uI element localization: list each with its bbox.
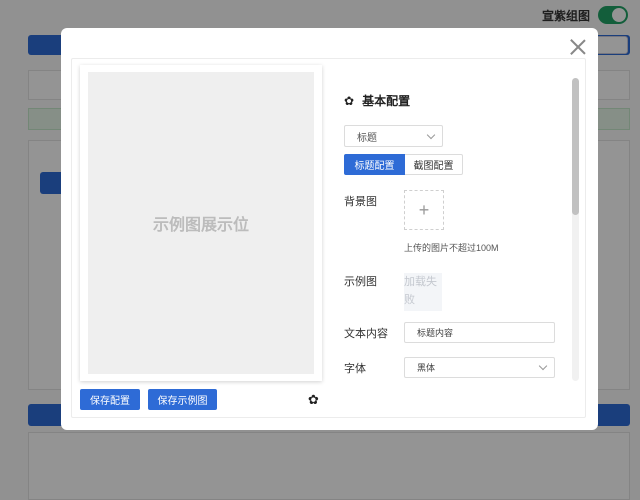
section-title: 基本配置 [362,94,411,108]
config-modal: 示例图展示位 保存配置 保存示例图 ✿ ✿ 基本配置 标题 标题配置 截图配置 … [61,28,598,430]
close-icon[interactable] [570,39,586,55]
config-form: ✿ 基本配置 标题 标题配置 截图配置 背景图 + 上传的图片不超过100M 示… [344,59,574,417]
gear-icon[interactable]: ✿ [308,393,319,406]
save-sample-button[interactable]: 保存示例图 [148,389,217,410]
font-select[interactable]: 黑体 [404,357,555,378]
text-content-label: 文本内容 [344,328,388,340]
upload-button[interactable]: + [404,190,444,230]
sample-label: 示例图 [344,276,377,288]
upload-hint: 上传的图片不超过100M [404,243,499,253]
preview-area: 示例图展示位 [88,72,314,374]
text-content-value: 标题内容 [417,328,454,338]
section-header: ✿ 基本配置 [344,92,410,109]
sample-image-broken: 加载失败 [404,273,442,311]
plus-icon: + [418,199,430,220]
chevron-down-icon [426,130,436,139]
scrollbar[interactable] [572,78,579,381]
font-select-value: 黑体 [417,363,436,373]
save-config-button[interactable]: 保存配置 [80,389,140,410]
font-label: 字体 [344,363,366,375]
scrollbar-thumb[interactable] [572,78,579,215]
modal-body: 示例图展示位 保存配置 保存示例图 ✿ ✿ 基本配置 标题 标题配置 截图配置 … [71,58,586,418]
type-select-value: 标题 [357,132,377,144]
gear-icon: ✿ [344,93,355,108]
type-select[interactable]: 标题 [344,125,443,147]
tab-title-config[interactable]: 标题配置 [344,154,405,175]
preview-placeholder: 示例图展示位 [152,217,249,234]
text-content-input[interactable]: 标题内容 [404,322,555,343]
config-tabs: 标题配置 截图配置 [344,154,463,175]
tab-screenshot-config[interactable]: 截图配置 [405,154,463,175]
background-label: 背景图 [344,196,377,208]
preview-card: 示例图展示位 [80,65,322,381]
chevron-down-icon [538,361,548,371]
